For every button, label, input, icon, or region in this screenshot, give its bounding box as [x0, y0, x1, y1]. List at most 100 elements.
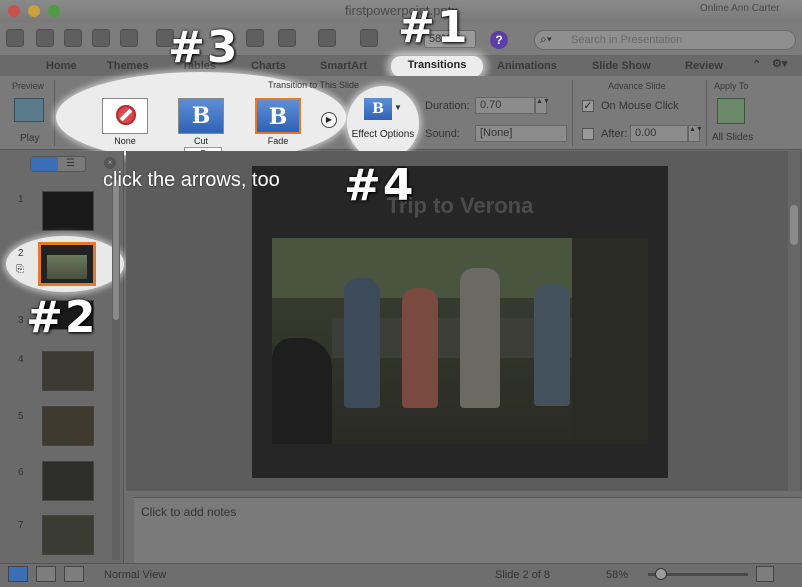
editor-scroll-thumb[interactable] — [790, 205, 798, 245]
open-icon[interactable] — [64, 29, 82, 47]
transition-marker-icon: ⎘ — [16, 264, 24, 275]
new-icon[interactable] — [6, 29, 24, 47]
search-icon: ⌕▾ — [540, 32, 552, 46]
after-checkbox[interactable] — [582, 128, 594, 140]
effect-options-icon[interactable]: B — [364, 98, 392, 120]
slide-thumbnail[interactable] — [42, 461, 94, 501]
format-painter-icon[interactable] — [246, 29, 264, 47]
all-slides-button[interactable]: All Slides — [712, 132, 753, 143]
transition-group-label: Transition to This Slide — [268, 80, 360, 90]
duration-label: Duration: — [425, 100, 470, 112]
notes-placeholder[interactable]: Click to add notes — [141, 505, 236, 519]
apply-group-label: Apply To — [714, 81, 749, 91]
gallery-icon[interactable] — [36, 29, 54, 47]
undo-icon[interactable] — [278, 29, 296, 47]
slide-thumbnail-selected[interactable] — [38, 242, 96, 286]
annotation-2: #2 — [26, 292, 98, 343]
transition-fade-label: Fade — [267, 136, 289, 146]
on-mouse-click-label: On Mouse Click — [601, 100, 679, 112]
slide-number: 2 — [18, 248, 24, 259]
group-divider — [706, 80, 707, 146]
window-title-right: Online Ann Carter — [700, 3, 780, 14]
slide-sorter-icon[interactable] — [36, 566, 56, 582]
slide-number: 5 — [18, 411, 24, 422]
thumbnail-photo — [47, 255, 87, 279]
fit-to-window-icon[interactable] — [756, 566, 774, 582]
slide-title[interactable]: Trip to Verona — [252, 193, 668, 219]
photo-person — [460, 268, 500, 408]
tab-home[interactable]: Home — [46, 60, 77, 72]
group-divider — [572, 80, 573, 146]
annotation-hint: click the arrows, too — [103, 169, 280, 191]
normal-view-icon[interactable] — [8, 566, 28, 582]
slide-position: Slide 2 of 8 — [495, 569, 551, 581]
editor-scrollbar[interactable] — [788, 151, 800, 491]
transition-none-label: None — [114, 136, 136, 146]
slide-number: 3 — [18, 315, 24, 326]
zoom-window-button[interactable] — [48, 5, 60, 17]
photo-tree — [572, 238, 648, 444]
play-icon[interactable] — [14, 98, 44, 122]
all-slides-icon[interactable] — [717, 98, 745, 124]
duration-stepper[interactable]: ▲▼ — [535, 97, 550, 114]
minimize-window-button[interactable] — [28, 5, 40, 17]
close-window-button[interactable] — [8, 5, 20, 17]
chevron-down-icon[interactable]: ▼ — [394, 103, 402, 112]
play-button-label[interactable]: Play — [20, 133, 39, 144]
slide-number: 6 — [18, 467, 24, 478]
slide-thumbnail[interactable] — [42, 351, 94, 391]
search-input[interactable]: Search in Presentation — [534, 30, 796, 50]
advance-group-label: Advance Slide — [608, 81, 666, 91]
transition-cut-thumb[interactable]: B — [178, 98, 224, 134]
after-label: After: — [601, 128, 628, 140]
slide-number: 4 — [18, 354, 24, 365]
zoom-slider-knob[interactable] — [655, 568, 667, 580]
tab-animations[interactable]: Animations — [497, 60, 557, 72]
sound-select[interactable]: [None] — [475, 125, 567, 142]
tab-themes[interactable]: Themes — [107, 60, 149, 72]
on-mouse-click-checkbox[interactable]: ✓ — [582, 100, 594, 112]
slide-photo[interactable] — [272, 238, 648, 444]
photo-person — [344, 278, 380, 408]
print-icon[interactable] — [120, 29, 138, 47]
annotation-3: #3 — [168, 22, 240, 73]
tab-review[interactable]: Review — [685, 60, 723, 72]
outline-view-tab[interactable]: ☰ — [66, 158, 75, 169]
tab-slide-show[interactable]: Slide Show — [592, 60, 651, 72]
transition-cut-label: Cut — [193, 136, 208, 146]
next-transitions-arrow[interactable]: ▶ — [321, 112, 337, 128]
annotation-1: #1 — [398, 2, 470, 53]
photo-scooter — [272, 338, 332, 444]
redo-icon[interactable] — [318, 29, 336, 47]
group-divider — [54, 80, 55, 146]
gear-icon[interactable]: ⚙▾ — [772, 57, 787, 70]
duration-field[interactable]: 0.70 — [475, 97, 535, 114]
slide-thumbnail[interactable] — [42, 191, 94, 231]
slide-thumbnail[interactable] — [42, 406, 94, 446]
close-pane-icon[interactable]: × — [104, 157, 116, 169]
slides-view-tab[interactable] — [31, 157, 58, 171]
after-stepper[interactable]: ▲▼ — [688, 125, 703, 142]
sound-label: Sound: — [425, 128, 460, 140]
preview-group-label: Preview — [12, 81, 45, 91]
view-mode-label: Normal View — [104, 569, 167, 581]
after-field[interactable]: 0.00 — [630, 125, 688, 142]
effect-options-label[interactable]: Effect Options — [347, 129, 419, 140]
annotation-4: #4 — [344, 160, 416, 211]
status-zoom-value: 58% — [606, 569, 629, 581]
help-button[interactable]: ? — [490, 31, 508, 49]
transition-fade-thumb[interactable]: B — [255, 98, 301, 134]
tab-transitions[interactable]: Transitions — [391, 56, 483, 77]
slide-number: 7 — [18, 520, 24, 531]
slide-thumbnail[interactable] — [42, 515, 94, 555]
photo-person — [534, 284, 570, 406]
photo-person — [402, 288, 438, 408]
toolbox-icon[interactable] — [360, 29, 378, 47]
slide-show-icon[interactable] — [64, 566, 84, 582]
tab-charts[interactable]: Charts — [251, 60, 286, 72]
thumbnails-scroll-thumb[interactable] — [113, 180, 119, 320]
collapse-ribbon-icon[interactable]: ⌃ — [752, 58, 761, 71]
tab-smartart[interactable]: SmartArt — [320, 60, 367, 72]
slide-number: 1 — [18, 194, 24, 205]
save-icon[interactable] — [92, 29, 110, 47]
